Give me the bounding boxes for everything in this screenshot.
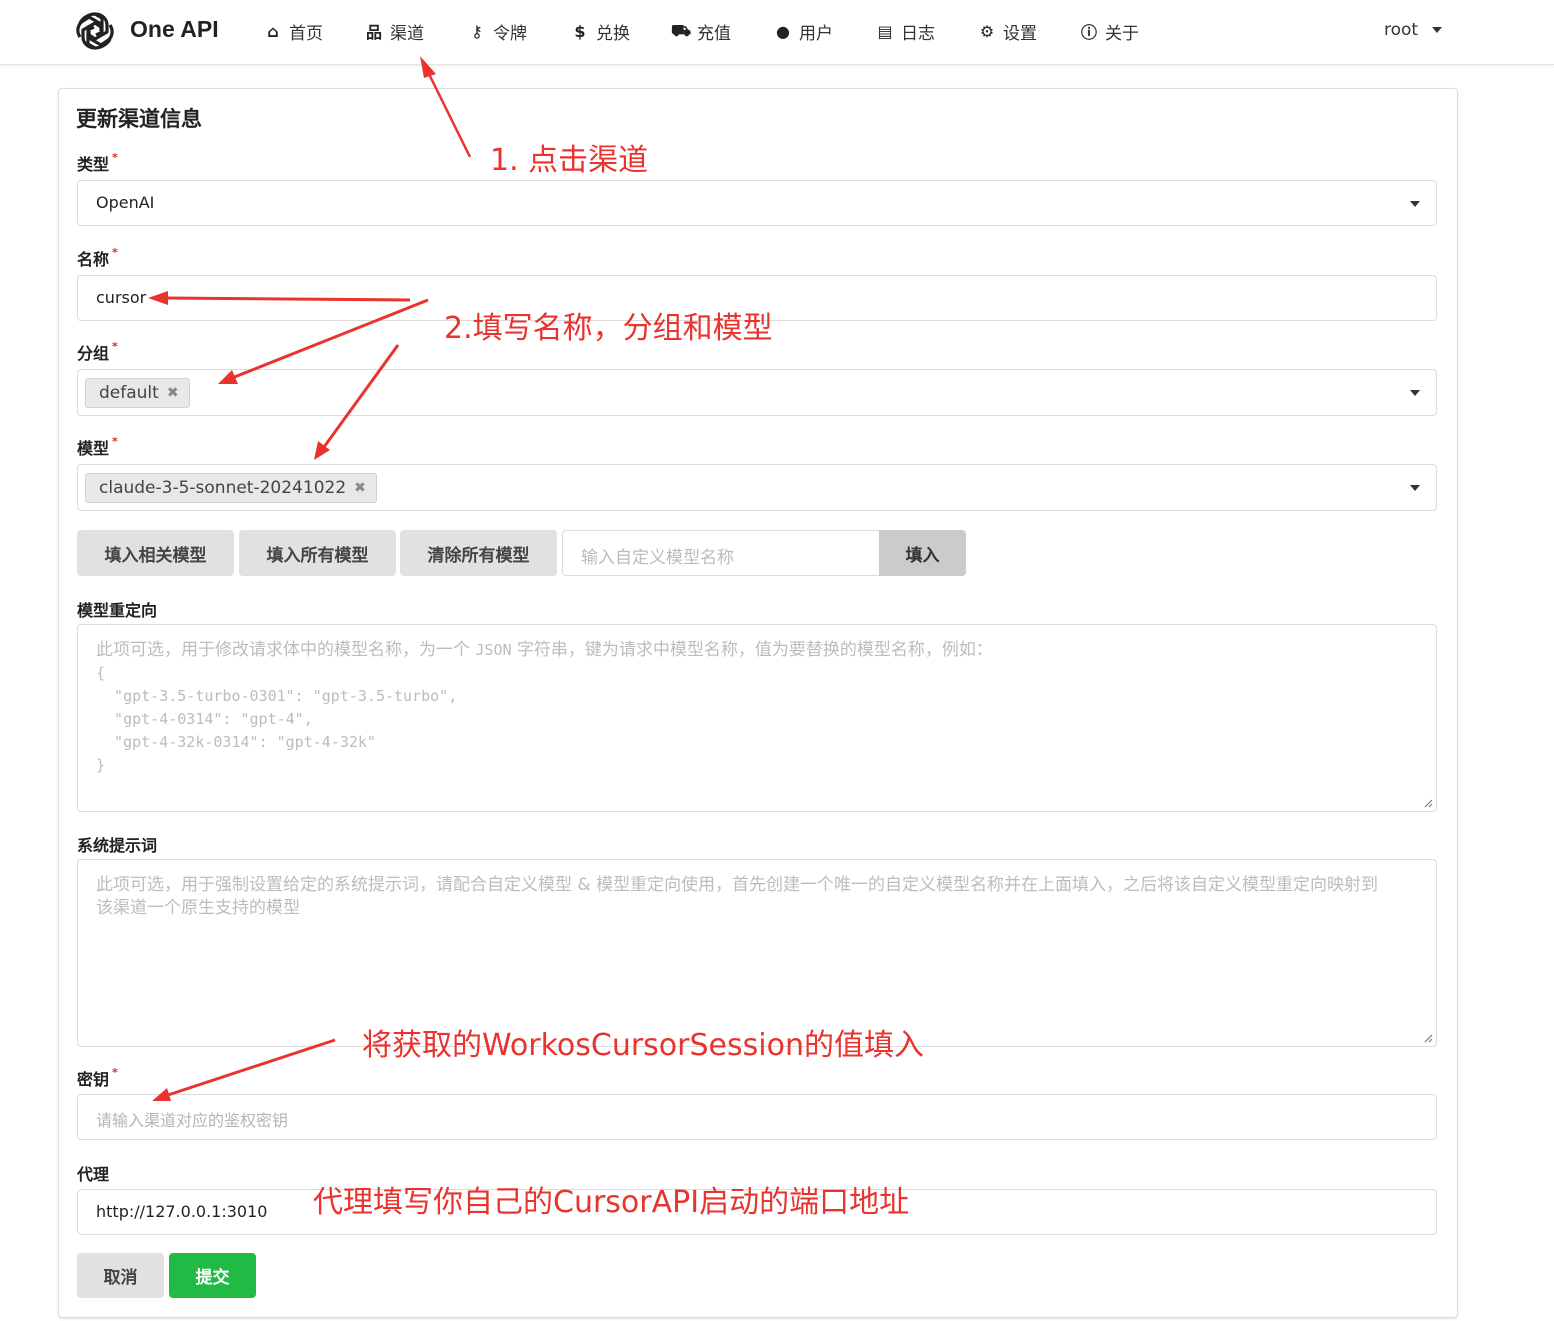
group-label: 分组 * [77, 340, 118, 364]
fill-custom-model-button[interactable]: 填入 [879, 530, 966, 576]
annotation-fill-session: 将获取的WorkosCursorSession的值填入 [362, 1028, 924, 1063]
required-marker: * [112, 340, 118, 353]
clear-all-models-button[interactable]: 清除所有模型 [400, 530, 557, 576]
group-label-text: 分组 [77, 344, 110, 363]
redirect-placeholder-text-2: 字符串，键为请求中模型名称，值为要替换的模型名称，例如： [516, 640, 993, 660]
chevron-down-icon [1432, 27, 1443, 33]
key-label-text: 密钥 [77, 1070, 110, 1089]
model-tag-label: claude-3-5-sonnet-20241022 [99, 478, 347, 498]
redirect-placeholder-json: JSON [475, 641, 512, 659]
key-input-placeholder: 请输入渠道对应的鉴权密钥 [96, 1111, 289, 1130]
type-select-value: OpenAI [96, 193, 155, 212]
proxy-input-value: http://127.0.0.1:3010 [96, 1202, 268, 1221]
redirect-placeholder-example: { "gpt-3.5-turbo-0301": "gpt-3.5-turbo",… [96, 664, 458, 774]
system-prompt-placeholder: 此项可选，用于强制设置给定的系统提示词，请配合自定义模型 & 模型重定向使用，首… [96, 875, 1379, 918]
nav-item-label: 令牌 [493, 23, 527, 44]
proxy-label: 代理 [77, 1165, 110, 1184]
model-label: 模型 * [77, 435, 118, 459]
nav-item-home[interactable]: ⌂ 首页 [263, 19, 323, 44]
nav-item-label: 日志 [901, 23, 935, 44]
nav-item-label: 首页 [289, 23, 323, 44]
group-multiselect[interactable]: default ✖ [77, 369, 1437, 416]
key-input[interactable]: 请输入渠道对应的鉴权密钥 [77, 1094, 1437, 1140]
chevron-down-icon [1410, 201, 1420, 207]
nav-item-topup[interactable]: ⛟ 充值 [671, 19, 731, 44]
nav-item-label: 兑换 [596, 23, 630, 44]
dollar-icon: $ [574, 21, 586, 41]
nav-item-redeem[interactable]: $ 兑换 [570, 19, 630, 44]
type-label-text: 类型 [77, 155, 110, 174]
group-tag: default ✖ [85, 378, 190, 408]
type-label: 类型 * [77, 151, 118, 175]
required-marker: * [112, 246, 118, 259]
nav-item-label: 充值 [697, 23, 731, 44]
nav-item-about[interactable]: ⓘ 关于 [1079, 19, 1139, 44]
submit-button[interactable]: 提交 [169, 1253, 256, 1298]
required-marker: * [112, 151, 118, 164]
user-icon: ● [776, 21, 790, 41]
nav-item-logs[interactable]: ▤ 日志 [875, 19, 935, 44]
model-redirect-placeholder: 此项可选，用于修改请求体中的模型名称，为一个 JSON 字符串，键为请求中模型名… [96, 639, 993, 777]
name-label-text: 名称 [77, 250, 110, 269]
annotation-fill-name-group-model: 2.填写名称，分组和模型 [444, 311, 773, 346]
brand-name[interactable]: One API [130, 16, 219, 43]
home-icon: ⌂ [267, 21, 279, 41]
system-prompt-label: 系统提示词 [77, 836, 158, 855]
top-navbar: One API ⌂ 首页 品 渠道 ⚷ 令牌 $ 兑换 ⛟ 充值 ● 用户 ▤ … [0, 0, 1554, 65]
model-label-text: 模型 [77, 439, 110, 458]
type-select[interactable]: OpenAI [77, 180, 1437, 226]
remove-tag-icon[interactable]: ✖ [167, 385, 179, 401]
model-tag: claude-3-5-sonnet-20241022 ✖ [85, 473, 377, 503]
model-redirect-label: 模型重定向 [77, 601, 158, 620]
nav-item-channels[interactable]: 品 渠道 [364, 19, 424, 44]
annotation-click-channel: 1. 点击渠道 [490, 143, 649, 178]
redirect-placeholder-text: 此项可选，用于修改请求体中的模型名称，为一个 [96, 640, 470, 660]
resize-grip-icon[interactable] [1423, 1033, 1433, 1043]
resize-grip-icon[interactable] [1423, 798, 1433, 808]
nav-item-label: 渠道 [390, 23, 424, 44]
cancel-button[interactable]: 取消 [77, 1253, 164, 1298]
chevron-down-icon [1410, 390, 1420, 396]
fill-related-models-button[interactable]: 填入相关模型 [77, 530, 234, 576]
page-title: 更新渠道信息 [76, 107, 202, 131]
custom-model-placeholder: 输入自定义模型名称 [581, 548, 734, 568]
nav-item-settings[interactable]: ⚙ 设置 [977, 19, 1037, 44]
openai-logo-icon[interactable] [72, 8, 118, 54]
name-label: 名称 * [77, 246, 118, 270]
required-marker: * [112, 1066, 118, 1079]
fill-all-models-button[interactable]: 填入所有模型 [239, 530, 396, 576]
gear-icon: ⚙ [979, 21, 995, 41]
system-prompt-textarea[interactable]: 此项可选，用于强制设置给定的系统提示词，请配合自定义模型 & 模型重定向使用，首… [77, 859, 1437, 1047]
custom-model-input[interactable]: 输入自定义模型名称 [562, 530, 880, 576]
cart-icon: ⛟ [671, 20, 692, 40]
remove-tag-icon[interactable]: ✖ [354, 480, 366, 496]
model-multiselect[interactable]: claude-3-5-sonnet-20241022 ✖ [77, 464, 1437, 511]
model-redirect-textarea[interactable]: 此项可选，用于修改请求体中的模型名称，为一个 JSON 字符串，键为请求中模型名… [77, 624, 1437, 812]
key-label: 密钥 * [77, 1066, 118, 1090]
nav-item-label: 设置 [1003, 23, 1037, 44]
name-input-value: cursor [96, 288, 147, 307]
required-marker: * [112, 435, 118, 448]
nav-item-label: 用户 [799, 23, 833, 44]
nav-item-tokens[interactable]: ⚷ 令牌 [467, 19, 527, 44]
chevron-down-icon [1410, 485, 1420, 491]
sitemap-icon: 品 [365, 23, 382, 42]
user-menu[interactable]: root [1384, 20, 1443, 40]
annotation-proxy: 代理填写你自己的CursorAPI启动的端口地址 [313, 1185, 910, 1220]
book-icon: ▤ [877, 21, 893, 41]
nav-item-users[interactable]: ● 用户 [773, 19, 833, 44]
nav-item-label: 关于 [1105, 23, 1139, 44]
username: root [1384, 20, 1419, 40]
key-icon: ⚷ [471, 21, 483, 41]
group-tag-label: default [99, 383, 159, 403]
info-icon: ⓘ [1080, 23, 1097, 42]
